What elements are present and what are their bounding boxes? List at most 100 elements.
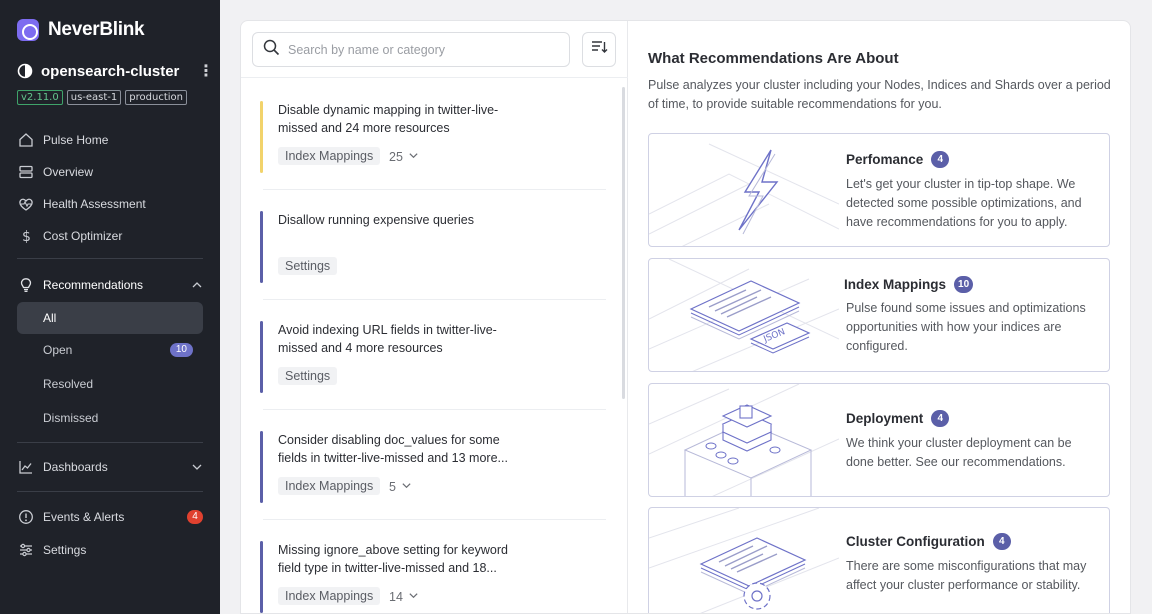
chevron-down-icon xyxy=(408,590,419,604)
category-tag: Index Mappings xyxy=(278,147,381,165)
recommendation-item[interactable]: Avoid indexing URL fields in twitter-liv… xyxy=(260,321,606,417)
list-separator xyxy=(263,299,606,300)
brand-name: NeverBlink xyxy=(48,19,145,40)
main-panel: Disable dynamic mapping in twitter-live-… xyxy=(240,20,1131,614)
cluster-name[interactable]: opensearch-cluster xyxy=(41,63,198,80)
sidebar-item-recommendations[interactable]: Recommendations xyxy=(17,270,203,300)
search-box[interactable] xyxy=(252,32,570,67)
category-tag: Index Mappings xyxy=(278,477,381,495)
sidebar-item-label: Pulse Home xyxy=(43,133,109,147)
card-count-badge: 10 xyxy=(954,276,974,293)
resource-count-value: 25 xyxy=(389,150,403,164)
dollar-icon: $ xyxy=(17,227,35,245)
category-tag: Settings xyxy=(278,367,338,385)
card-title-text: Deployment xyxy=(846,411,924,426)
config-gear-illustration-icon xyxy=(649,508,839,613)
resource-count[interactable]: 5 xyxy=(389,480,412,494)
card-title-text: Index Mappings xyxy=(844,277,947,292)
card-count-badge: 4 xyxy=(931,410,950,427)
card-title-text: Perfomance xyxy=(846,152,924,167)
sidebar-subitem-label: Open xyxy=(43,343,73,357)
category-card-index-mappings[interactable]: JSON Index Mappings 10 Pulse found some … xyxy=(648,258,1110,372)
category-card-cluster-configuration[interactable]: Cluster Configuration 4 There are some m… xyxy=(648,507,1110,613)
recommendation-title: Avoid indexing URL fields in twitter-liv… xyxy=(278,323,497,355)
sidebar-item-pulse-home[interactable]: Pulse Home xyxy=(17,125,203,155)
sidebar-divider xyxy=(17,258,203,259)
sidebar-subitem-all[interactable]: All xyxy=(17,302,203,334)
category-card-deployment[interactable]: Deployment 4 We think your cluster deplo… xyxy=(648,383,1110,497)
server-stack-illustration-icon xyxy=(649,384,839,496)
cluster-menu-icon[interactable]: ⋮ xyxy=(198,61,214,81)
sidebar-item-label: Events & Alerts xyxy=(43,510,125,524)
chevron-down-icon xyxy=(408,150,419,164)
priority-bar xyxy=(260,211,263,283)
scrollbar[interactable] xyxy=(622,87,625,399)
list-separator xyxy=(263,519,606,520)
recommendation-item[interactable]: Missing ignore_above setting for keyword… xyxy=(260,541,606,613)
version-tag: v2.11.0 xyxy=(17,90,63,105)
sidebar-item-label: Overview xyxy=(43,165,94,179)
sidebar-subitem-dismissed[interactable]: Dismissed xyxy=(17,402,203,434)
lightning-illustration-icon xyxy=(649,143,839,246)
sort-button[interactable] xyxy=(582,32,616,67)
card-count-badge: 4 xyxy=(992,533,1011,550)
card-description: There are some misconfigurations that ma… xyxy=(846,559,1087,592)
search-input[interactable] xyxy=(288,42,548,57)
category-tag: Settings xyxy=(278,257,338,275)
sidebar-subitem-resolved[interactable]: Resolved xyxy=(17,368,203,400)
recommendation-item[interactable]: Disable dynamic mapping in twitter-live-… xyxy=(260,101,606,197)
card-description: We think your cluster deployment can be … xyxy=(846,436,1072,469)
cluster-icon xyxy=(17,63,33,79)
card-count-badge: 4 xyxy=(931,151,950,168)
neverblink-logo-icon xyxy=(17,19,39,41)
search-icon xyxy=(263,39,280,61)
about-title: What Recommendations Are About xyxy=(648,50,899,67)
sidebar-item-health[interactable]: Health Assessment xyxy=(17,189,203,219)
about-description: Pulse analyzes your cluster including yo… xyxy=(648,78,1111,111)
cluster-header: opensearch-cluster ⋮ xyxy=(17,61,214,81)
recommendation-title: Missing ignore_above setting for keyword… xyxy=(278,543,508,575)
sidebar-item-label: Health Assessment xyxy=(43,197,146,211)
recommendation-item[interactable]: Consider disabling doc_values for some f… xyxy=(260,431,606,527)
chevron-up-icon xyxy=(191,279,203,291)
sliders-icon xyxy=(17,541,35,559)
logo[interactable]: NeverBlink xyxy=(17,19,145,41)
category-card-performance[interactable]: Perfomance 4 Let's get your cluster in t… xyxy=(648,133,1110,247)
card-description: Pulse found some issues and optimization… xyxy=(846,301,1086,353)
resource-count[interactable]: 25 xyxy=(389,150,419,164)
sidebar-item-label: Settings xyxy=(43,543,87,557)
region-tag: us-east-1 xyxy=(66,90,122,105)
home-icon xyxy=(17,131,35,149)
sidebar-item-label: Cost Optimizer xyxy=(43,229,123,243)
sidebar-subitem-open[interactable]: Open 10 xyxy=(17,334,203,366)
sidebar-item-cost-optimizer[interactable]: $ Cost Optimizer xyxy=(17,221,203,251)
card-title: Index Mappings 10 xyxy=(844,276,974,293)
sidebar-divider xyxy=(17,491,203,492)
about-panel: What Recommendations Are About Pulse ana… xyxy=(628,21,1130,613)
sidebar-item-settings[interactable]: Settings xyxy=(17,535,203,565)
resource-count[interactable]: 14 xyxy=(389,590,419,604)
recommendation-title: Disable dynamic mapping in twitter-live-… xyxy=(278,103,499,135)
sidebar: NeverBlink opensearch-cluster ⋮ v2.11.0 … xyxy=(0,0,220,614)
heart-pulse-icon xyxy=(17,195,35,213)
open-count-badge: 10 xyxy=(169,343,193,357)
server-icon xyxy=(17,163,35,181)
cluster-tags: v2.11.0 us-east-1 production xyxy=(17,90,187,105)
sidebar-item-label: Recommendations xyxy=(43,278,144,292)
recommendation-item[interactable]: Disallow running expensive queries Setti… xyxy=(260,211,606,307)
card-title: Cluster Configuration 4 xyxy=(846,533,1011,550)
sidebar-item-events-alerts[interactable]: Events & Alerts 4 xyxy=(17,502,203,532)
list-separator xyxy=(263,409,606,410)
sidebar-item-overview[interactable]: Overview xyxy=(17,157,203,187)
lightbulb-icon xyxy=(17,276,35,294)
sidebar-item-dashboards[interactable]: Dashboards xyxy=(17,452,203,482)
resource-count-value: 5 xyxy=(389,480,396,494)
recommendation-list-panel: Disable dynamic mapping in twitter-live-… xyxy=(241,21,628,613)
priority-bar xyxy=(260,321,263,393)
alert-circle-icon xyxy=(17,508,35,526)
environment-tag: production xyxy=(125,90,187,105)
chevron-down-icon xyxy=(401,480,412,494)
priority-bar xyxy=(260,101,263,173)
resource-count-value: 14 xyxy=(389,590,403,604)
sidebar-item-label: Dashboards xyxy=(43,460,108,474)
